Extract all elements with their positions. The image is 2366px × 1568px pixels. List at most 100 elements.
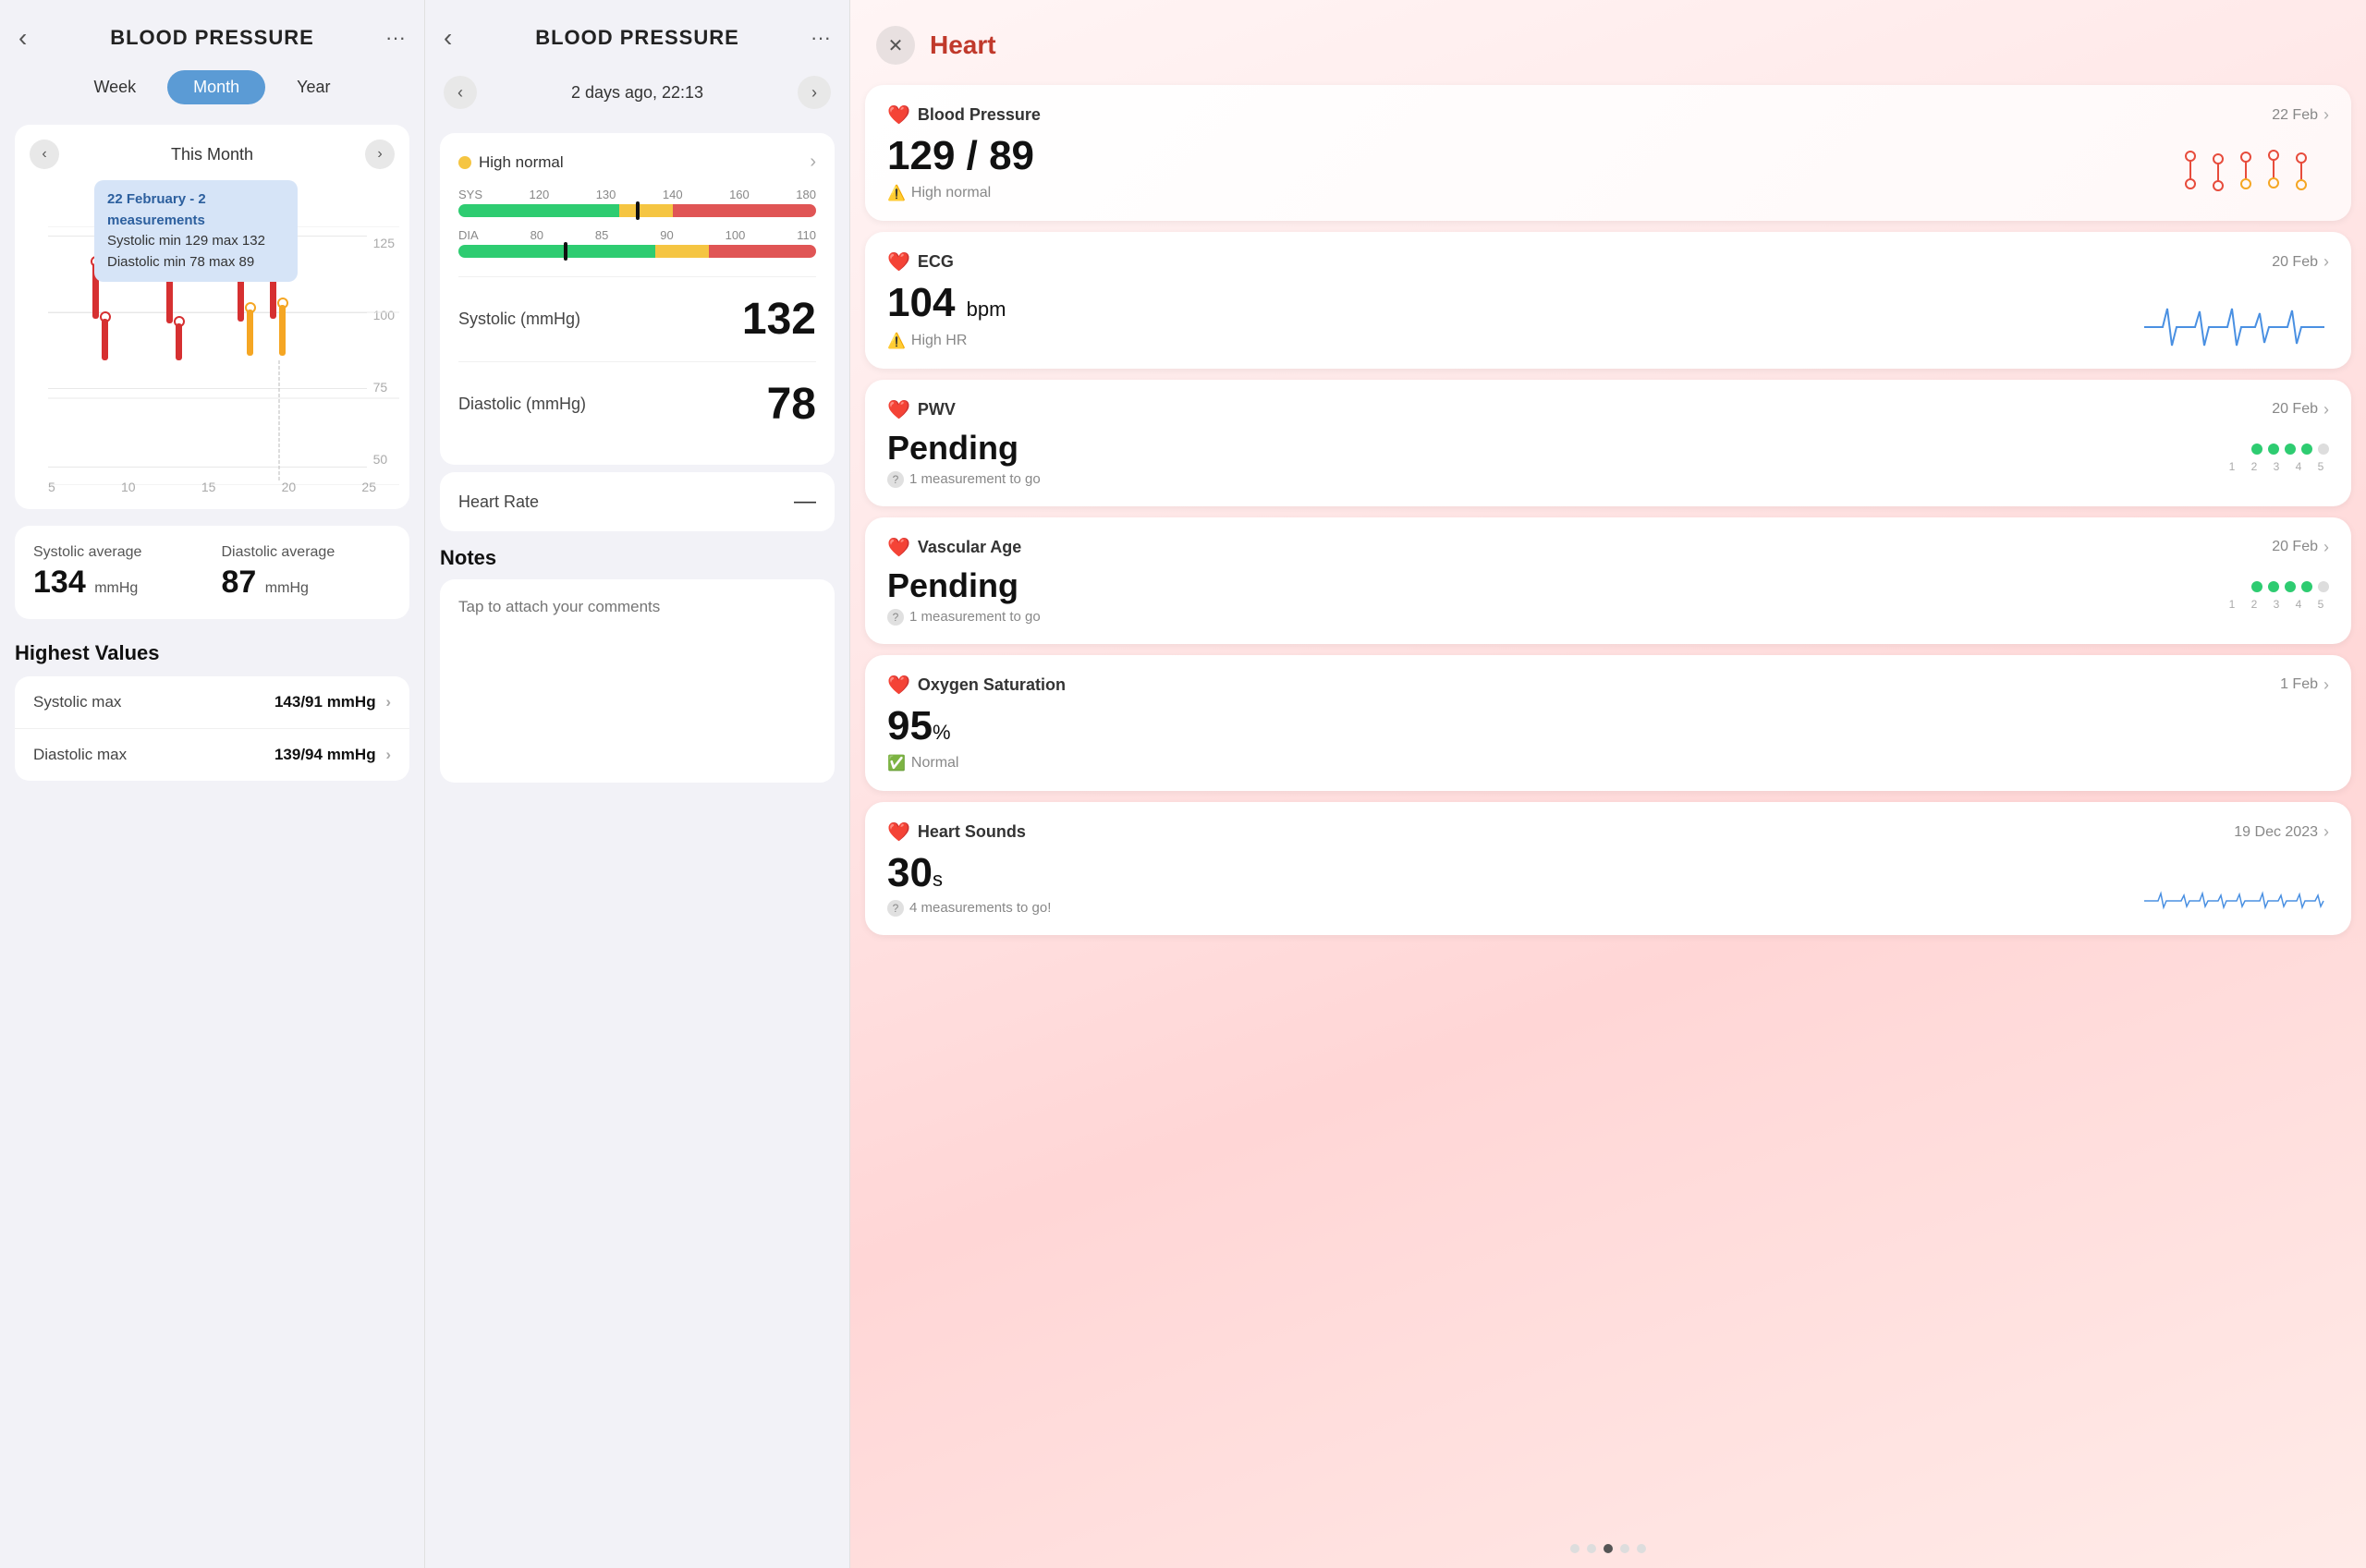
heart-icon-oxygen: ❤️: [887, 674, 910, 697]
heart-rate-label: Heart Rate: [458, 492, 539, 512]
heart-icon-pwv: ❤️: [887, 398, 910, 421]
metric-card-pwv[interactable]: ❤️ PWV 20 Feb › Pending ? 1 measurement …: [865, 380, 2351, 506]
vascular-info: ? 1 measurement to go: [887, 609, 1041, 626]
pwv-label-1: 1: [2224, 460, 2240, 473]
vascular-progress-labels: 1 2 3 4 5: [2224, 598, 2329, 611]
oxygen-name-row: ❤️ Oxygen Saturation: [887, 674, 1066, 697]
detail-card: High normal › SYS 120 130 140 160 180: [440, 133, 835, 465]
nav-next-button[interactable]: ›: [798, 76, 831, 109]
oxygen-metric-value: 95%: [887, 704, 2329, 748]
ecg-wave-chart: [2144, 304, 2329, 350]
heart-sounds-metric-value: 30s: [887, 851, 1051, 895]
more-button-left[interactable]: ···: [385, 26, 406, 50]
page-dot-4[interactable]: [1620, 1544, 1629, 1553]
systolic-max-value: 143/91 mmHg ›: [274, 693, 391, 711]
heart-icon-bp: ❤️: [887, 103, 910, 127]
ecg-metric-name: ECG: [918, 252, 954, 272]
bp-card-header: ❤️ Blood Pressure 22 Feb ›: [887, 103, 2329, 127]
pwv-dot-1: [2251, 444, 2262, 455]
sys-gauge-marker: [636, 201, 640, 220]
page-dot-1[interactable]: [1570, 1544, 1579, 1553]
diastolic-stat: Diastolic average 87 mmHg: [222, 544, 392, 601]
ecg-status-label: High HR: [911, 333, 967, 349]
diastolic-max-label: Diastolic max: [33, 746, 127, 764]
bp-status-label: High normal: [911, 185, 991, 201]
vascular-label-3: 3: [2268, 598, 2285, 611]
chart-area: 22 February - 2 measurements Systolic mi…: [30, 180, 395, 494]
diastolic-measure-row: Diastolic (mmHg) 78: [458, 361, 816, 446]
back-button-left[interactable]: ‹: [18, 23, 27, 53]
heart-icon-ecg: ❤️: [887, 250, 910, 273]
panel-right: ✕ Heart ❤️ Blood Pressure 22 Feb › 129 /…: [850, 0, 2366, 1568]
bp-status: ⚠️ High normal: [887, 184, 1034, 202]
chart-next-button[interactable]: ›: [365, 140, 395, 169]
heart-sounds-info-text: 4 measurements to go!: [909, 900, 1051, 916]
vascular-label-2: 2: [2246, 598, 2262, 611]
tab-year[interactable]: Year: [271, 70, 356, 104]
pwv-chevron-icon: ›: [2323, 400, 2329, 419]
heart-sounds-info-icon: ?: [887, 900, 904, 917]
systolic-max-row[interactable]: Systolic max 143/91 mmHg ›: [15, 676, 409, 729]
dia-gauge-track: [458, 245, 816, 258]
vascular-metric-date: 20 Feb: [2272, 539, 2318, 555]
heart-title: Heart: [930, 30, 996, 60]
heart-sounds-metric-date: 19 Dec 2023: [2234, 824, 2318, 841]
metric-card-heart-sounds[interactable]: ❤️ Heart Sounds 19 Dec 2023 › 30s ? 4 me…: [865, 802, 2351, 934]
pwv-label-2: 2: [2246, 460, 2262, 473]
x-label-5: 5: [48, 480, 55, 494]
diastolic-avg-label: Diastolic average: [222, 544, 392, 561]
heart-header: ✕ Heart: [850, 0, 2366, 79]
diastolic-max-value: 139/94 mmHg ›: [274, 746, 391, 764]
ecg-warning-icon: ⚠️: [887, 332, 906, 350]
sys-tick-160: 160: [729, 188, 750, 201]
metric-card-blood-pressure[interactable]: ❤️ Blood Pressure 22 Feb › 129 / 89 ⚠️ H…: [865, 85, 2351, 221]
dia-tick-100: 100: [726, 228, 746, 242]
back-button-middle[interactable]: ‹: [444, 23, 452, 53]
pwv-dot-4: [2301, 444, 2312, 455]
metric-card-ecg[interactable]: ❤️ ECG 20 Feb › 104 bpm ⚠️ High HR: [865, 232, 2351, 368]
sys-tick-180: 180: [796, 188, 816, 201]
systolic-max-label: Systolic max: [33, 693, 121, 711]
ecg-status: ⚠️ High HR: [887, 332, 1006, 350]
dia-tick-85: 85: [595, 228, 608, 242]
vascular-dot-5: [2318, 581, 2329, 592]
chart-prev-button[interactable]: ‹: [30, 140, 59, 169]
page-dot-2[interactable]: [1587, 1544, 1596, 1553]
ecg-card-header: ❤️ ECG 20 Feb ›: [887, 250, 2329, 273]
vascular-dot-3: [2285, 581, 2296, 592]
tab-month[interactable]: Month: [167, 70, 265, 104]
pwv-name-row: ❤️ PWV: [887, 398, 956, 421]
pwv-dot-3: [2285, 444, 2296, 455]
vascular-label-4: 4: [2290, 598, 2307, 611]
dia-gauge-row: DIA 80 85 90 100 110: [458, 228, 816, 258]
page-dot-3[interactable]: [1604, 1544, 1613, 1553]
panel-left-title: BLOOD PRESSURE: [110, 26, 314, 50]
systolic-measure-label: Systolic (mmHg): [458, 310, 580, 329]
chart-nav: ‹ This Month ›: [30, 140, 395, 169]
vascular-dot-1: [2251, 581, 2262, 592]
pwv-label-3: 3: [2268, 460, 2285, 473]
ecg-chevron-icon: ›: [2323, 252, 2329, 272]
pwv-info-text: 1 measurement to go: [909, 471, 1041, 487]
close-button[interactable]: ✕: [876, 26, 915, 65]
vascular-dot-2: [2268, 581, 2279, 592]
vascular-label-5: 5: [2312, 598, 2329, 611]
heart-rate-row: Heart Rate —: [440, 472, 835, 531]
chart-x-labels: 5 10 15 20 25: [48, 480, 376, 494]
heart-icon-vascular: ❤️: [887, 536, 910, 559]
metric-card-oxygen[interactable]: ❤️ Oxygen Saturation 1 Feb › 95% ✅ Norma…: [865, 655, 2351, 791]
heart-sounds-wave-chart: [2144, 884, 2329, 917]
notes-input[interactable]: [440, 579, 835, 783]
more-button-middle[interactable]: ···: [811, 26, 831, 50]
oxygen-metric-name: Oxygen Saturation: [918, 675, 1066, 695]
systolic-stat: Systolic average 134 mmHg: [33, 544, 203, 601]
tab-week[interactable]: Week: [67, 70, 162, 104]
status-dot: [458, 156, 471, 169]
diastolic-max-row[interactable]: Diastolic max 139/94 mmHg ›: [15, 729, 409, 781]
page-dot-5[interactable]: [1637, 1544, 1646, 1553]
bp-metric-date: 22 Feb: [2272, 107, 2318, 124]
sys-gauge-track: [458, 204, 816, 217]
status-row[interactable]: High normal ›: [458, 152, 816, 173]
nav-prev-button[interactable]: ‹: [444, 76, 477, 109]
metric-card-vascular-age[interactable]: ❤️ Vascular Age 20 Feb › Pending ? 1 mea…: [865, 517, 2351, 644]
